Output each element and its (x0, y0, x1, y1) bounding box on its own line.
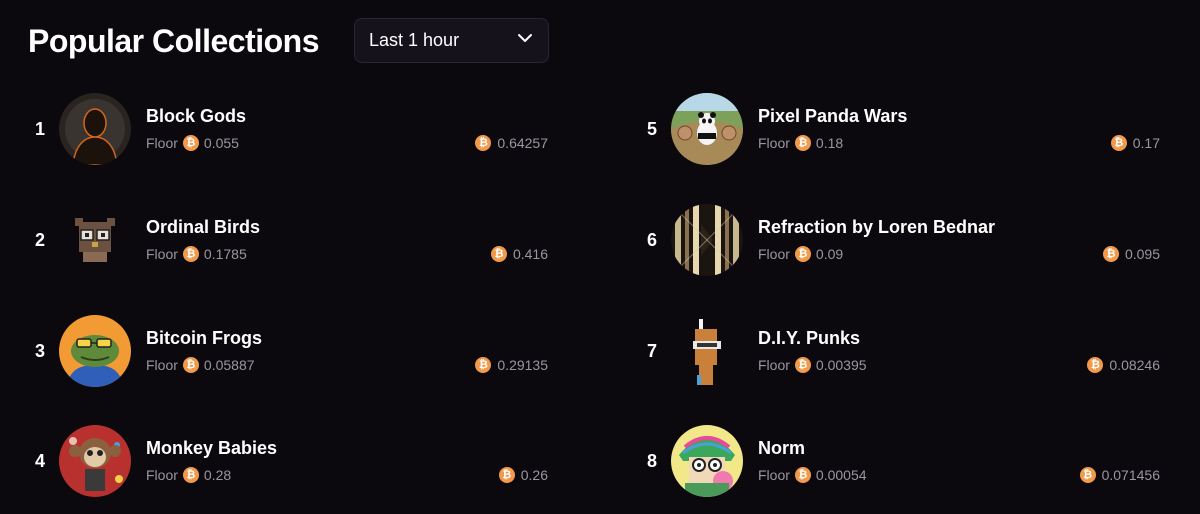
bitcoin-icon: ₿ (1079, 467, 1096, 483)
collection-row-norm[interactable]: 8 Norm Floor ₿ 0.00054 ₿ 0.071456 (645, 425, 1160, 497)
volume-value: 0.071456 (1101, 467, 1160, 483)
bitcoin-icon: ₿ (794, 467, 811, 483)
floor-value: 0.09 (815, 246, 844, 262)
collection-volume: ₿ 0.095 (1102, 246, 1160, 262)
bitcoin-icon: ₿ (498, 467, 515, 483)
collection-name[interactable]: Monkey Babies (146, 438, 277, 459)
collection-floor: Floor ₿ 0.05887 (146, 357, 255, 373)
bitcoin-icon: ₿ (475, 135, 492, 151)
floor-value: 0.28 (203, 467, 232, 483)
collection-floor: Floor ₿ 0.00395 (758, 357, 867, 373)
floor-label: Floor (146, 357, 178, 373)
bitcoin-icon: ₿ (490, 246, 507, 262)
floor-value: 0.00395 (815, 357, 867, 373)
floor-label: Floor (146, 135, 178, 151)
collection-volume: ₿ 0.416 (490, 246, 548, 262)
collection-name[interactable]: Refraction by Loren Bednar (758, 217, 995, 238)
collection-floor: Floor ₿ 0.055 (146, 135, 239, 151)
volume-value: 0.08246 (1109, 357, 1160, 373)
bitcoin-icon: ₿ (1102, 246, 1119, 262)
floor-value: 0.1785 (203, 246, 247, 262)
volume-value: 0.17 (1132, 135, 1160, 151)
timeframe-selected-value: Last 1 hour (369, 30, 460, 50)
bitcoin-icon: ₿ (794, 357, 811, 373)
collection-rank: 4 (34, 450, 45, 471)
collection-rank: 5 (646, 118, 657, 139)
bitcoin-icon: ₿ (1110, 135, 1127, 151)
collection-row-pixel-panda-wars[interactable]: 5 Pixel Panda Wars Floor ₿ 0.18 ₿ 0.17 (645, 93, 1160, 165)
collection-floor: Floor ₿ 0.28 (146, 467, 231, 483)
collection-row-ordinal-birds[interactable]: 2 Ordinal Birds Floor ₿ 0.1785 ₿ 0.416 (33, 204, 548, 276)
bitcoin-icon: ₿ (182, 246, 199, 262)
collection-volume: ₿ 0.17 (1110, 135, 1160, 151)
collection-floor: Floor ₿ 0.18 (758, 135, 843, 151)
collection-volume: ₿ 0.071456 (1079, 467, 1160, 483)
collection-volume: ₿ 0.26 (498, 467, 548, 483)
floor-label: Floor (758, 246, 790, 262)
bitcoin-icon: ₿ (794, 135, 811, 151)
bitcoin-icon: ₿ (475, 357, 492, 373)
collection-name[interactable]: Block Gods (146, 106, 246, 127)
floor-value: 0.05887 (203, 357, 255, 373)
floor-value: 0.00054 (815, 467, 867, 483)
collection-volume: ₿ 0.64257 (475, 135, 548, 151)
collection-row-block-gods[interactable]: 1 Block Gods Floor ₿ 0.055 ₿ 0.64257 (33, 93, 548, 165)
collection-avatar[interactable] (671, 204, 743, 276)
collection-name[interactable]: Norm (758, 438, 805, 459)
bitcoin-icon: ₿ (182, 135, 199, 151)
collection-floor: Floor ₿ 0.09 (758, 246, 843, 262)
bitcoin-icon: ₿ (182, 467, 199, 483)
collection-volume: ₿ 0.29135 (475, 357, 548, 373)
collection-avatar[interactable] (671, 425, 743, 497)
collection-rank: 6 (646, 229, 657, 250)
collection-avatar[interactable] (671, 93, 743, 165)
collection-floor: Floor ₿ 0.00054 (758, 467, 867, 483)
collection-volume: ₿ 0.08246 (1087, 357, 1160, 373)
floor-label: Floor (146, 467, 178, 483)
timeframe-dropdown[interactable]: Last 1 hour (354, 18, 549, 63)
collection-row-refraction[interactable]: 6 Refraction by Loren Bednar Floor ₿ 0.0… (645, 204, 1160, 276)
volume-value: 0.64257 (497, 135, 548, 151)
collection-rank: 2 (34, 229, 45, 250)
floor-value: 0.055 (203, 135, 239, 151)
collection-rank: 8 (646, 450, 657, 471)
volume-value: 0.416 (512, 246, 548, 262)
chevron-down-icon (516, 29, 534, 52)
collection-name[interactable]: Bitcoin Frogs (146, 328, 262, 349)
floor-value: 0.18 (815, 135, 844, 151)
collection-avatar[interactable] (59, 93, 131, 165)
page-title: Popular Collections (28, 23, 319, 59)
collection-avatar[interactable] (59, 315, 131, 387)
collection-rank: 1 (34, 118, 45, 139)
collection-rank: 7 (646, 340, 657, 361)
volume-value: 0.095 (1124, 246, 1160, 262)
collection-avatar[interactable] (59, 425, 131, 497)
bitcoin-icon: ₿ (1087, 357, 1104, 373)
volume-value: 0.26 (520, 467, 548, 483)
floor-label: Floor (758, 357, 790, 373)
bitcoin-icon: ₿ (182, 357, 199, 373)
collection-name[interactable]: D.I.Y. Punks (758, 328, 860, 349)
collection-row-bitcoin-frogs[interactable]: 3 Bitcoin Frogs Floor ₿ 0.05887 ₿ 0.2913… (33, 315, 548, 387)
collection-rank: 3 (34, 340, 45, 361)
floor-label: Floor (758, 467, 790, 483)
bitcoin-icon: ₿ (794, 246, 811, 262)
collection-name[interactable]: Ordinal Birds (146, 217, 260, 238)
collection-row-monkey-babies[interactable]: 4 Monkey Babies Floor ₿ 0.28 ₿ 0.26 (33, 425, 548, 497)
floor-label: Floor (146, 246, 178, 262)
volume-value: 0.29135 (497, 357, 548, 373)
collection-row-diy-punks[interactable]: 7 D.I.Y. Punks Floor ₿ 0.00395 ₿ 0.08246 (645, 315, 1160, 387)
collection-name[interactable]: Pixel Panda Wars (758, 106, 907, 127)
floor-label: Floor (758, 135, 790, 151)
collection-avatar[interactable] (59, 204, 131, 276)
collection-floor: Floor ₿ 0.1785 (146, 246, 247, 262)
collection-avatar[interactable] (671, 315, 743, 387)
